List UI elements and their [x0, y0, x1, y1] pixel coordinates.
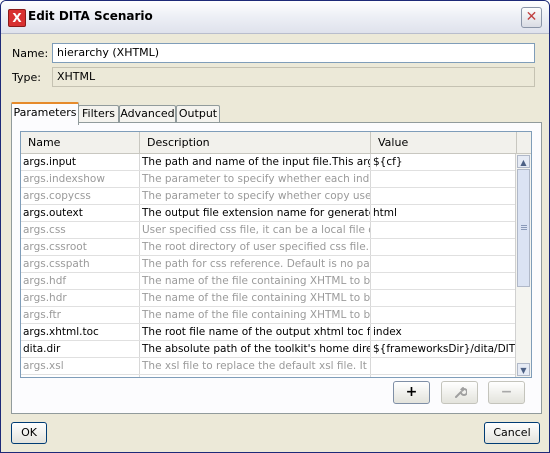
vertical-scrollbar[interactable]: ▲ ▼	[515, 154, 531, 377]
cell-name[interactable]: dita.dir	[21, 341, 140, 357]
name-input[interactable]	[52, 43, 535, 63]
scroll-thumb[interactable]	[517, 169, 530, 287]
table-row[interactable]: args.xhtml.toc The root file name of the …	[21, 324, 517, 341]
x-app-icon: X	[8, 9, 26, 27]
cell-value[interactable]	[371, 290, 517, 306]
cell-value[interactable]	[371, 375, 517, 377]
cell-description[interactable]: The path for css reference. Default is n…	[140, 256, 371, 272]
cell-description[interactable]: The parameter to specify whether copy us…	[140, 188, 371, 204]
cell-description[interactable]: The file extension name of the input top…	[140, 375, 371, 377]
cell-name[interactable]: args.css	[21, 222, 140, 238]
cell-description[interactable]: The name of the file containing XHTML to…	[140, 307, 371, 323]
cell-name[interactable]: args.cssroot	[21, 239, 140, 255]
scroll-up-icon[interactable]: ▲	[517, 155, 530, 168]
cell-value[interactable]: ${cf}	[371, 154, 517, 170]
cell-value[interactable]: index	[371, 324, 517, 340]
column-header-name[interactable]: Name	[21, 132, 140, 153]
column-header-description[interactable]: Description	[140, 132, 371, 153]
name-label: Name:	[12, 47, 49, 60]
cell-name[interactable]: args.xsl	[21, 358, 140, 374]
table-header: Name Description Value	[21, 132, 531, 154]
cell-value[interactable]	[371, 239, 517, 255]
cell-description[interactable]: The absolute path of the toolkit's home …	[140, 341, 371, 357]
minus-icon: −	[500, 384, 513, 400]
column-header-value[interactable]: Value	[371, 132, 517, 153]
remove-parameter-button[interactable]: −	[488, 381, 525, 404]
table-row[interactable]: args.css User specified css file, it can …	[21, 222, 517, 239]
cell-value[interactable]	[371, 171, 517, 187]
tab-advanced[interactable]: Advanced	[119, 105, 176, 123]
cell-value[interactable]	[371, 188, 517, 204]
wrench-icon	[454, 387, 468, 398]
table-row[interactable]: args.csspath The path for css reference. …	[21, 256, 517, 273]
cell-description[interactable]: The name of the file containing XHTML to…	[140, 273, 371, 289]
table-row[interactable]: args.copycss The parameter to specify whe…	[21, 188, 517, 205]
parameters-panel: Name Description Value args.input The pat…	[11, 122, 542, 414]
cell-name[interactable]: args.input	[21, 154, 140, 170]
cell-name[interactable]: args.copycss	[21, 188, 140, 204]
table-row[interactable]: args.hdr The name of the file containing …	[21, 290, 517, 307]
cell-description[interactable]: The xsl file to replace the default xsl …	[140, 358, 371, 374]
type-field: XHTML	[52, 67, 535, 87]
title-bar[interactable]: X Edit DITA Scenario ✕	[1, 1, 549, 34]
edit-dita-scenario-dialog: X Edit DITA Scenario ✕ Name: Type: XHTML…	[0, 0, 550, 453]
close-icon: ✕	[525, 9, 538, 25]
table-row[interactable]: args.hdf The name of the file containing …	[21, 273, 517, 290]
close-button[interactable]: ✕	[521, 7, 542, 28]
cell-description[interactable]: User specified css file, it can be a loc…	[140, 222, 371, 238]
plus-icon: +	[405, 384, 418, 400]
cell-description[interactable]: The output file extension name for gener…	[140, 205, 371, 221]
cancel-button[interactable]: Cancel	[484, 422, 540, 444]
type-label: Type:	[12, 71, 41, 84]
cell-name[interactable]: args.xhtml.toc	[21, 324, 140, 340]
table-row[interactable]: args.input The path and name of the input…	[21, 154, 517, 171]
table-row[interactable]: args.ftr The name of the file containing …	[21, 307, 517, 324]
parameters-table: Name Description Value args.input The pat…	[20, 131, 532, 378]
cell-value[interactable]	[371, 307, 517, 323]
table-row[interactable]: args.indexshow The parameter to specify w…	[21, 171, 517, 188]
cell-name[interactable]: dita.extname	[21, 375, 140, 377]
dialog-title: Edit DITA Scenario	[28, 9, 153, 23]
table-row[interactable]: dita.extnameThe file extension name of t…	[21, 375, 517, 377]
cell-description[interactable]: The path and name of the input file.This…	[140, 154, 371, 170]
edit-parameter-button[interactable]	[441, 381, 478, 404]
cell-value[interactable]	[371, 358, 517, 374]
scroll-down-icon[interactable]: ▼	[517, 363, 530, 376]
cell-name[interactable]: args.outext	[21, 205, 140, 221]
tab-filters[interactable]: Filters	[78, 105, 119, 123]
cell-name[interactable]: args.hdf	[21, 273, 140, 289]
cell-description[interactable]: The parameter to specify whether each in…	[140, 171, 371, 187]
cell-name[interactable]: args.hdr	[21, 290, 140, 306]
cell-name[interactable]: args.indexshow	[21, 171, 140, 187]
cell-description[interactable]: The name of the file containing XHTML to…	[140, 290, 371, 306]
table-row[interactable]: args.cssroot The root directory of user s…	[21, 239, 517, 256]
cell-description[interactable]: The root file name of the output xhtml t…	[140, 324, 371, 340]
cell-value[interactable]: html	[371, 205, 517, 221]
cell-name[interactable]: args.csspath	[21, 256, 140, 272]
table-row[interactable]: args.outext The output file extension nam…	[21, 205, 517, 222]
cell-value[interactable]	[371, 222, 517, 238]
table-body: args.input The path and name of the input…	[21, 154, 517, 377]
cell-description[interactable]: The root directory of user specified css…	[140, 239, 371, 255]
add-parameter-button[interactable]: +	[393, 381, 430, 404]
cell-value[interactable]	[371, 256, 517, 272]
tab-parameters[interactable]: Parameters	[11, 102, 79, 125]
ok-button[interactable]: OK	[11, 422, 47, 444]
cell-value[interactable]: ${frameworksDir}/dita/DIT...	[371, 341, 517, 357]
cell-name[interactable]: args.ftr	[21, 307, 140, 323]
table-row[interactable]: args.xsl The xsl file to replace the defa…	[21, 358, 517, 375]
cell-value[interactable]	[371, 273, 517, 289]
table-row[interactable]: dita.dir The absolute path of the toolkit…	[21, 341, 517, 358]
tab-output[interactable]: Output	[176, 105, 220, 123]
